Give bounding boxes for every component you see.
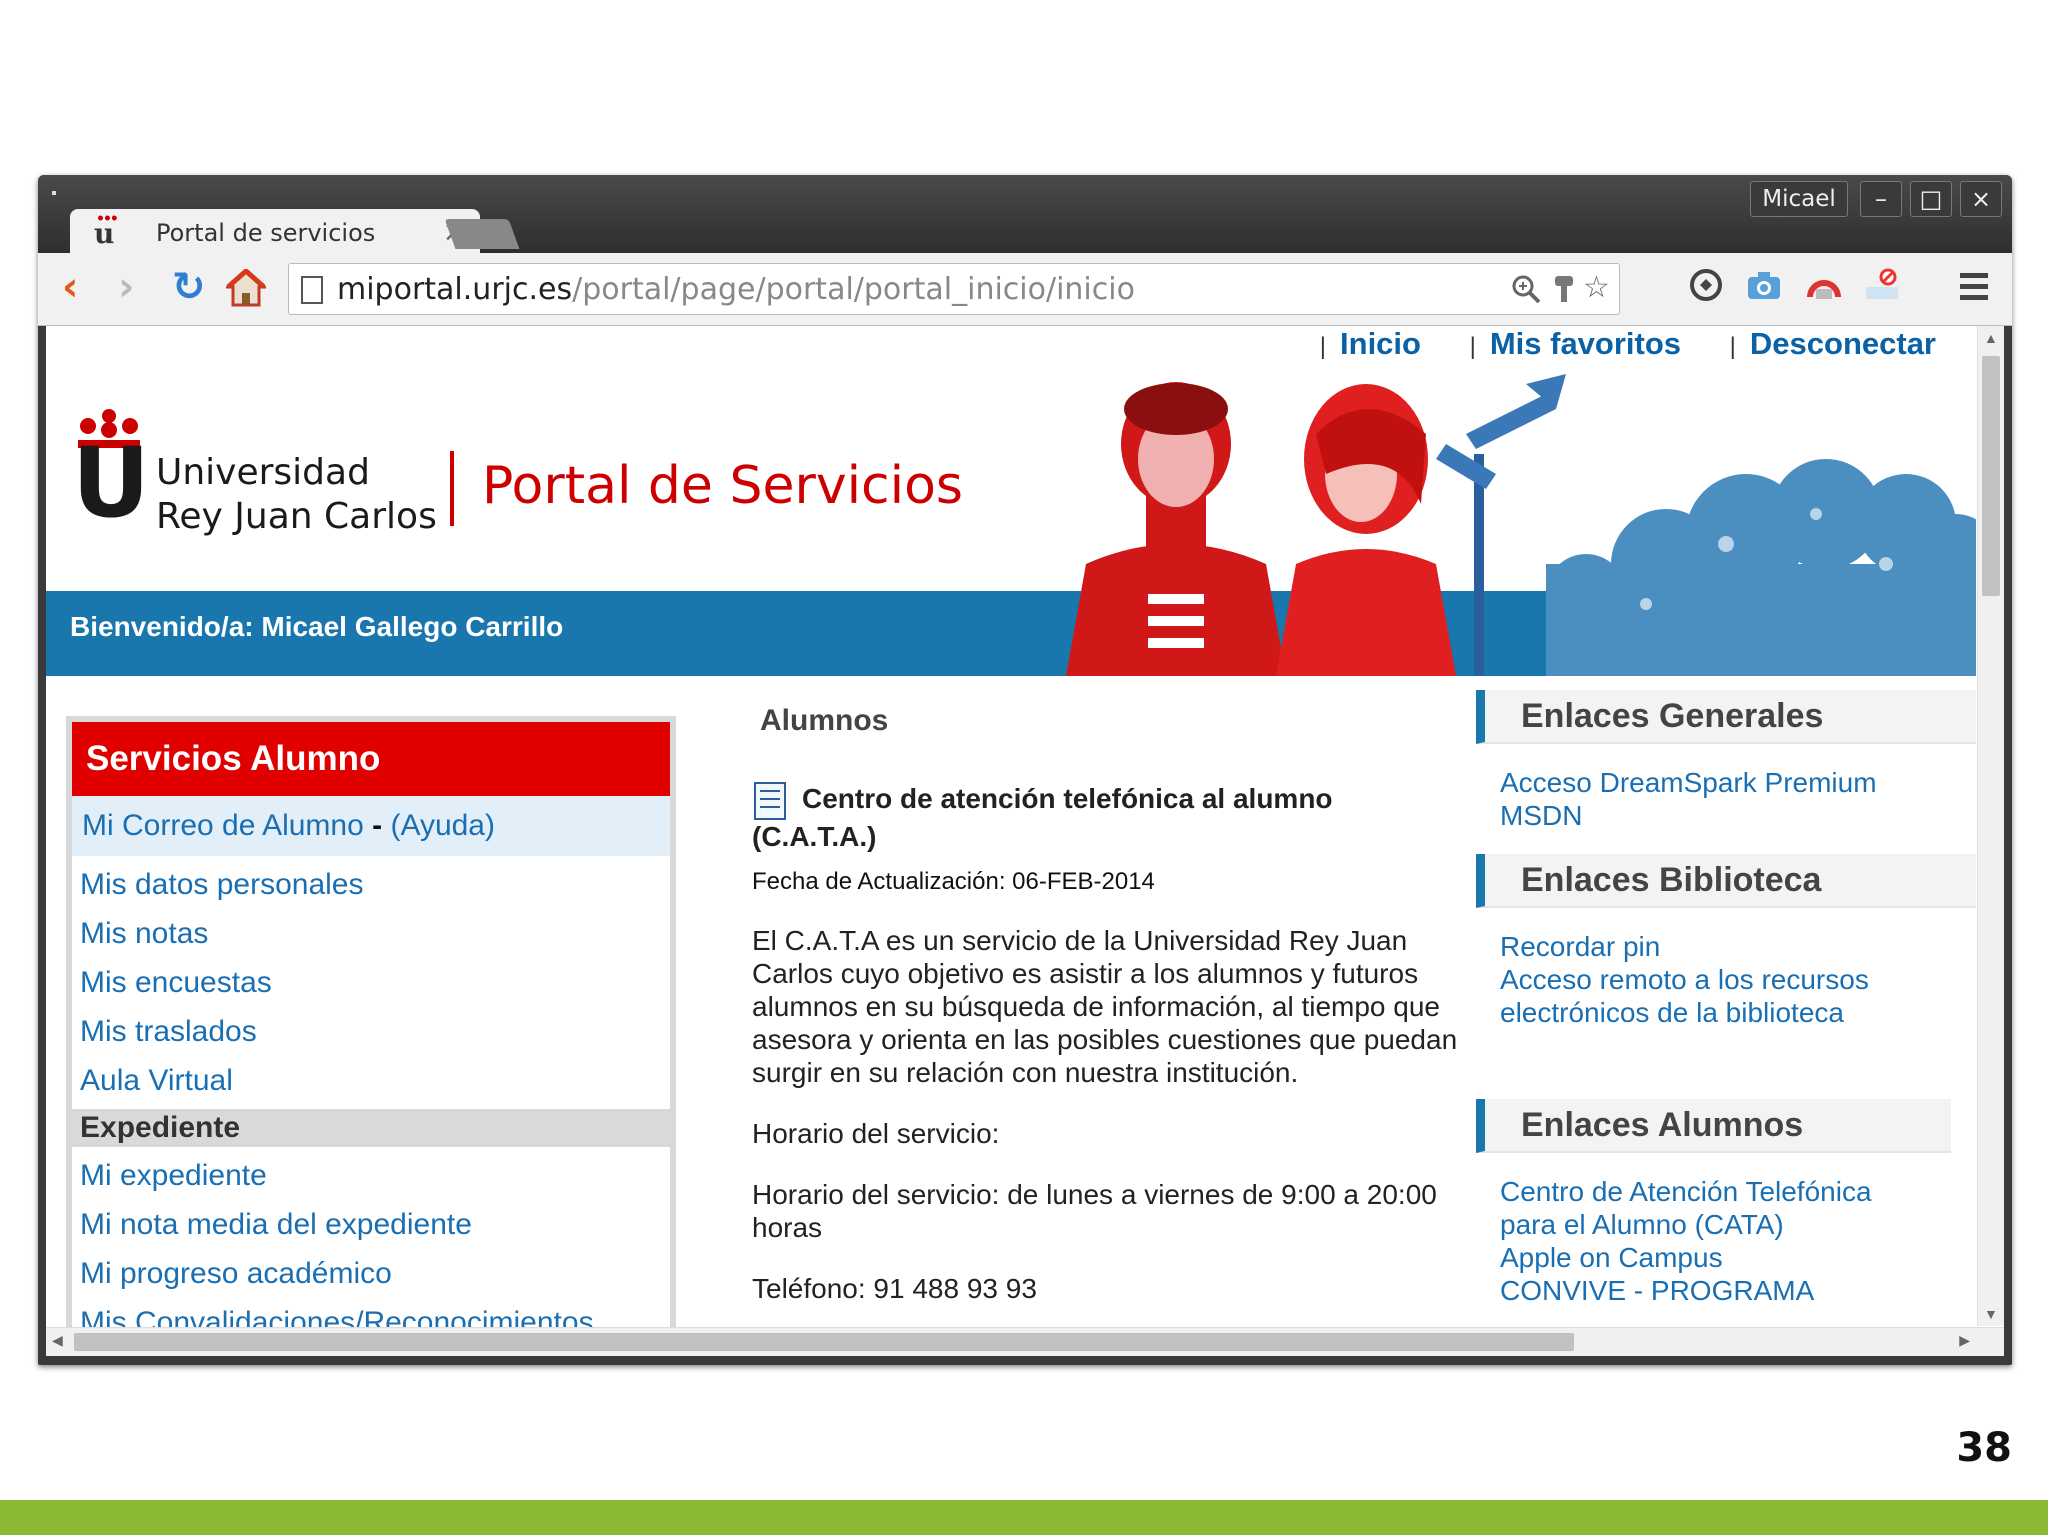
right-column: Enlaces Generales Acceso DreamSpark Prem… (1476, 690, 1976, 1307)
portal-header: | Inicio | Mis favoritos | Desconectar U Un… (46, 326, 1996, 676)
tab-title: Portal de servicios (156, 219, 376, 247)
star-icon[interactable]: ☆ (1583, 270, 1610, 305)
back-icon[interactable]: ‹ (62, 267, 78, 307)
link-encuestas[interactable]: Mis encuestas (72, 958, 670, 1007)
profile-button[interactable]: Micael (1750, 181, 1848, 217)
welcome-text: Bienvenido/a: Micael Gallego Carrillo (70, 611, 564, 642)
left-menu: Servicios Alumno Mi Correo de Alumno - (… (66, 716, 676, 1356)
news-paragraph: Horario del servicio: de lunes a viernes… (752, 1179, 1437, 1243)
enlaces-biblioteca-title: Enlaces Biblioteca (1476, 854, 1976, 908)
logo-line-2: Rey Juan Carlos (156, 496, 437, 537)
extension-1-icon[interactable] (1688, 267, 1724, 303)
logo-divider (450, 451, 454, 526)
window-corner-icon (52, 191, 56, 195)
address-bar[interactable]: miportal.urjc.es/portal/page/portal/port… (288, 263, 1620, 315)
logo-line-1: Universidad (156, 452, 370, 493)
link-aula-virtual[interactable]: Aula Virtual (72, 1056, 670, 1105)
section-expediente: Expediente (72, 1109, 670, 1147)
link-nota-media[interactable]: Mi nota media del expediente (72, 1200, 670, 1249)
top-links: | Inicio | Mis favoritos | Desconectar (1280, 326, 1936, 362)
link-convive[interactable]: CONVIVE - PROGRAMA (1476, 1274, 1976, 1307)
urjc-favicon-icon: ••• u (94, 211, 119, 250)
center-title: Alumnos (760, 704, 889, 737)
extension-4-icon[interactable] (1864, 267, 1900, 303)
link-dreamspark[interactable]: Acceso DreamSpark Premium MSDN (1476, 766, 1920, 832)
news-paragraph: El C.A.T.A es un servicio de la Universi… (752, 925, 1458, 1088)
link-desconectar[interactable]: Desconectar (1750, 326, 1936, 361)
mail-dash: - (372, 809, 383, 842)
link-apple-on-campus[interactable]: Apple on Campus (1476, 1241, 1976, 1274)
logo-u-mark: U (72, 427, 150, 539)
horizontal-scrollbar[interactable]: ◀ ▶ (46, 1327, 2004, 1356)
extension-3-icon[interactable] (1806, 267, 1842, 303)
scroll-down-icon[interactable]: ▼ (1984, 1306, 1998, 1322)
close-window-button[interactable]: × (1960, 181, 2002, 217)
menu-icon[interactable] (1960, 273, 1988, 306)
camera-icon[interactable] (1746, 267, 1782, 303)
title-bar: •••u Portal de servicios × Micael – □ × (38, 175, 2012, 255)
link-inicio[interactable]: Inicio (1340, 326, 1421, 361)
separator: | (1469, 333, 1476, 360)
reload-icon[interactable]: ↻ (172, 267, 206, 307)
browser-toolbar: ‹ › ↻ miportal.urjc.es/portal/page/porta… (38, 253, 2012, 326)
document-icon (754, 782, 786, 820)
link-datos-personales[interactable]: Mis datos personales (72, 860, 670, 909)
link-notas[interactable]: Mis notas (72, 909, 670, 958)
separator: | (1319, 333, 1327, 360)
horizontal-scroll-thumb[interactable] (74, 1333, 1574, 1351)
page-icon (301, 276, 323, 304)
url-text[interactable]: miportal.urjc.es/portal/page/portal/port… (337, 272, 1135, 307)
slide-page-number: 38 (1956, 1425, 2012, 1471)
hero-image (1026, 364, 1996, 676)
portal-title: Portal de Servicios (482, 456, 963, 516)
left-menu-inner: Servicios Alumno Mi Correo de Alumno - (… (72, 722, 670, 1356)
mail-link[interactable]: Mi Correo de Alumno (82, 809, 364, 842)
page-viewport: | Inicio | Mis favoritos | Desconectar U Un… (46, 326, 2004, 1356)
link-acceso-remoto[interactable]: Acceso remoto a los recursos electrónico… (1476, 963, 1940, 1029)
news-paragraph: Teléfono: 91 488 93 93 (752, 1273, 1037, 1304)
link-recordar-pin[interactable]: Recordar pin (1476, 930, 1976, 963)
home-icon[interactable] (224, 267, 268, 314)
link-progreso[interactable]: Mi progreso académico (72, 1249, 670, 1298)
center-content: Alumnos Centro de atención telefónica al… (752, 690, 1492, 1305)
scroll-left-icon[interactable]: ◀ (52, 1332, 63, 1349)
news-title[interactable]: Centro de atención telefónica al alumno … (752, 780, 1492, 856)
news-date: Fecha de Actualización: 06-FEB-2014 (752, 868, 1155, 895)
maximize-button[interactable]: □ (1910, 181, 1952, 217)
scroll-right-icon[interactable]: ▶ (1959, 1332, 1970, 1349)
enlaces-alumnos-title: Enlaces Alumnos (1476, 1099, 1951, 1153)
link-traslados[interactable]: Mis traslados (72, 1007, 670, 1056)
mail-row: Mi Correo de Alumno - (Ayuda) (72, 796, 670, 856)
news-paragraph: Horario del servicio: (752, 1118, 1000, 1149)
separator: | (1729, 333, 1736, 360)
help-link[interactable]: (Ayuda) (390, 809, 495, 842)
link-expediente[interactable]: Mi expediente (72, 1151, 670, 1200)
scroll-up-icon[interactable]: ▲ (1984, 330, 1998, 346)
browser-tab[interactable]: •••u Portal de servicios × (70, 209, 480, 255)
left-menu-title: Servicios Alumno (72, 722, 670, 796)
key-icon[interactable] (1551, 274, 1577, 312)
zoom-icon[interactable] (1511, 274, 1541, 312)
enlaces-generales-title: Enlaces Generales (1476, 690, 1976, 744)
vertical-scroll-thumb[interactable] (1982, 356, 2000, 596)
browser-window: •••u Portal de servicios × Micael – □ × … (38, 175, 2012, 1365)
vertical-scrollbar[interactable]: ▲ ▼ (1977, 326, 2004, 1326)
minimize-button[interactable]: – (1860, 181, 1902, 217)
link-cata[interactable]: Centro de Atención Telefónica para el Al… (1476, 1175, 1920, 1241)
forward-icon[interactable]: › (118, 267, 134, 307)
slide-bottom-band (0, 1500, 2048, 1535)
link-mis-favoritos[interactable]: Mis favoritos (1490, 326, 1681, 361)
new-tab-button[interactable] (444, 219, 520, 249)
